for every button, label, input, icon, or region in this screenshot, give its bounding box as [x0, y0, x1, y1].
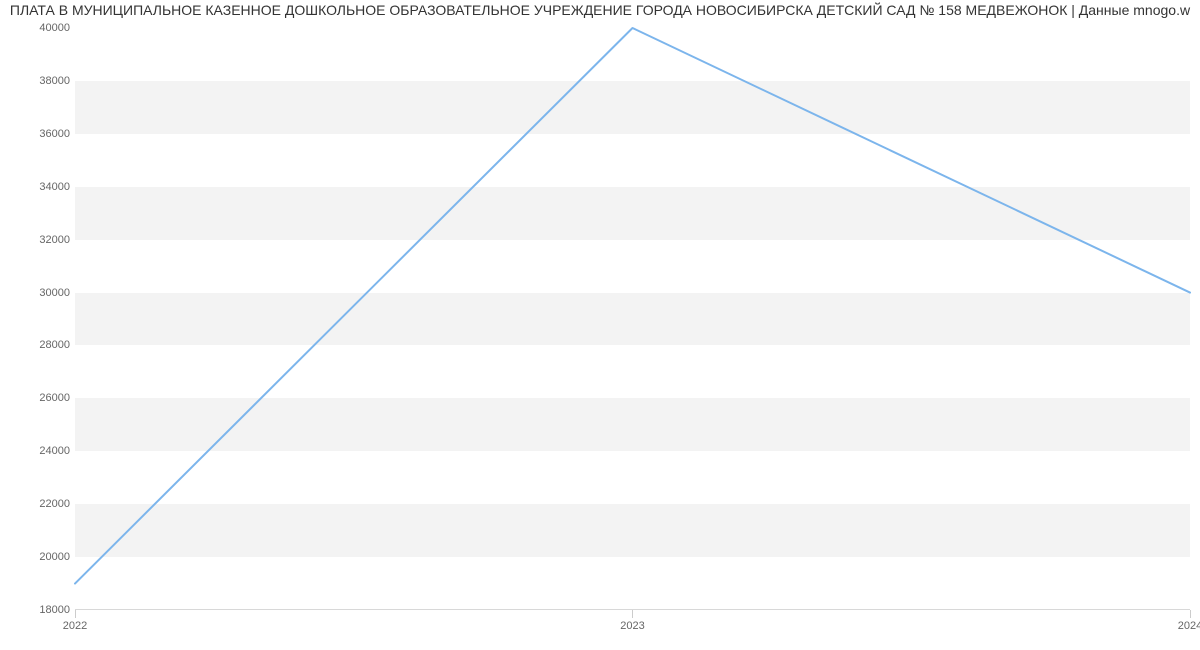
y-tick-label: 30000 — [10, 287, 70, 299]
y-tick-label: 38000 — [10, 75, 70, 87]
x-tick-label: 2022 — [63, 620, 87, 632]
plot-area — [75, 28, 1190, 610]
y-tick-label: 22000 — [10, 498, 70, 510]
chart-title: ПЛАТА В МУНИЦИПАЛЬНОЕ КАЗЕННОЕ ДОШКОЛЬНО… — [0, 2, 1200, 18]
x-tick — [632, 610, 633, 618]
y-tick-label: 32000 — [10, 234, 70, 246]
y-tick-label: 28000 — [10, 339, 70, 351]
y-tick-label: 40000 — [10, 22, 70, 34]
y-tick-label: 26000 — [10, 392, 70, 404]
series-line — [75, 28, 1190, 584]
line-layer — [75, 28, 1190, 610]
y-tick-label: 20000 — [10, 551, 70, 563]
y-tick-label: 34000 — [10, 181, 70, 193]
x-tick-label: 2023 — [620, 620, 644, 632]
y-tick-label: 24000 — [10, 445, 70, 457]
x-tick — [1190, 610, 1191, 618]
x-tick — [75, 610, 76, 618]
y-tick-label: 36000 — [10, 128, 70, 140]
chart-container: ПЛАТА В МУНИЦИПАЛЬНОЕ КАЗЕННОЕ ДОШКОЛЬНО… — [0, 0, 1200, 650]
x-tick-label: 2024 — [1178, 620, 1200, 632]
y-tick-label: 18000 — [10, 604, 70, 616]
